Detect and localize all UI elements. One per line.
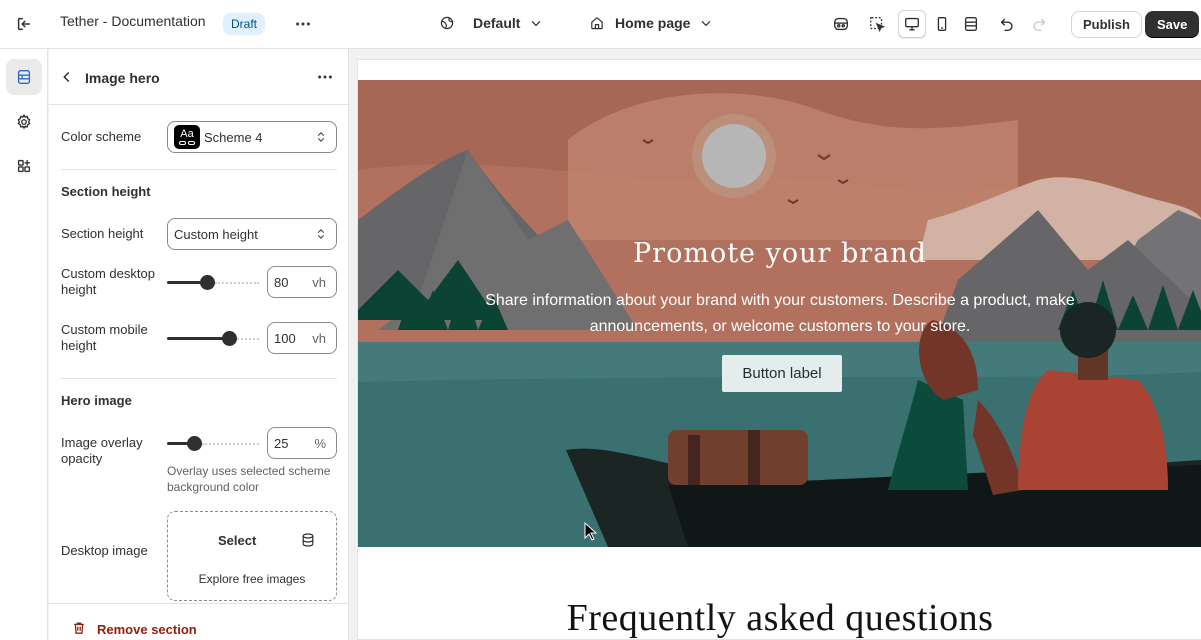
- desktop-height-label: Custom desktop height: [61, 266, 155, 297]
- desktop-image-picker[interactable]: Select Explore free images: [167, 511, 337, 601]
- remove-section-button[interactable]: Remove section: [49, 603, 348, 640]
- section-settings-panel: Image hero Color scheme Aa Scheme 4 Sect…: [49, 49, 349, 640]
- color-scheme-select[interactable]: Aa Scheme 4: [167, 121, 337, 153]
- desktop-image-label: Desktop image: [61, 543, 148, 558]
- mouse-cursor-icon: [584, 522, 598, 541]
- store-preview: Promote your brand Share information abo…: [357, 59, 1201, 640]
- select-element-icon[interactable]: [863, 10, 891, 38]
- swatch-text: Aa: [180, 128, 194, 140]
- mobile-height-input[interactable]: 100 vh: [267, 322, 337, 354]
- top-bar: Tether - Documentation Draft Default Hom…: [0, 0, 1201, 49]
- slider-thumb[interactable]: [222, 331, 237, 346]
- hero-image-heading: Hero image: [61, 393, 132, 408]
- select-chevron-icon: [317, 229, 325, 239]
- mobile-height-unit: vh: [312, 330, 326, 346]
- color-scheme-label: Color scheme: [61, 129, 142, 144]
- chevron-down-icon: [702, 20, 711, 27]
- mobile-height-label: Custom mobile height: [61, 322, 148, 353]
- overlay-opacity-slider[interactable]: [167, 433, 259, 453]
- divider: [61, 378, 337, 379]
- mobile-view-icon[interactable]: [928, 10, 956, 38]
- apps-icon[interactable]: [6, 148, 42, 184]
- section-height-value: Custom height: [174, 226, 258, 242]
- section-height-select[interactable]: Custom height: [167, 218, 337, 250]
- database-icon[interactable]: [300, 532, 316, 548]
- section-height-heading: Section height: [61, 184, 151, 199]
- divider: [49, 104, 348, 105]
- overlay-opacity-value: 25: [274, 435, 289, 451]
- overlay-opacity-input[interactable]: 25 %: [267, 427, 337, 459]
- undo-icon[interactable]: [993, 10, 1021, 38]
- select-image-button[interactable]: Select: [218, 533, 256, 548]
- sections-icon[interactable]: [6, 59, 42, 95]
- desktop-view-icon[interactable]: [898, 10, 926, 38]
- globe-icon: [440, 16, 454, 30]
- page-dropdown-label: Home page: [615, 15, 691, 31]
- section-height-label: Section height: [61, 226, 144, 241]
- overlay-opacity-unit: %: [314, 435, 326, 451]
- hero-description: Share information about your brand with …: [485, 292, 1075, 335]
- overlay-help-text: Overlay uses selected scheme background …: [167, 464, 331, 494]
- chevron-down-icon: [532, 20, 541, 27]
- save-button[interactable]: Save: [1145, 11, 1200, 38]
- preview-area: Promote your brand Share information abo…: [350, 49, 1201, 640]
- more-options-icon[interactable]: [289, 10, 317, 38]
- slider-thumb[interactable]: [187, 436, 202, 451]
- panel-title: Image hero: [85, 70, 160, 86]
- publish-button[interactable]: Publish: [1071, 11, 1142, 38]
- mobile-height-value: 100: [274, 330, 296, 346]
- desktop-height-input[interactable]: 80 vh: [267, 266, 337, 298]
- status-badge: Draft: [223, 13, 266, 35]
- back-chevron-icon[interactable]: [53, 63, 81, 91]
- desktop-height-unit: vh: [312, 274, 326, 290]
- desktop-height-slider[interactable]: [167, 272, 259, 292]
- left-rail: [0, 49, 48, 640]
- hero-cta-button[interactable]: Button label: [722, 355, 842, 392]
- theme-dropdown-label: Default: [473, 15, 521, 31]
- page-dropdown[interactable]: Home page: [589, 15, 714, 31]
- overlay-opacity-label: Image overlay opacity: [61, 435, 143, 466]
- remove-section-label: Remove section: [97, 622, 197, 637]
- color-scheme-swatch: Aa: [174, 125, 200, 149]
- slider-thumb[interactable]: [200, 275, 215, 290]
- divider: [61, 169, 337, 170]
- home-icon: [591, 17, 603, 30]
- theme-dropdown[interactable]: Default: [439, 15, 544, 31]
- app-title: Tether - Documentation: [60, 13, 206, 29]
- desktop-height-value: 80: [274, 274, 289, 290]
- faq-heading: Frequently asked questions: [566, 597, 994, 639]
- inspector-icon[interactable]: [827, 10, 855, 38]
- panel-more-icon[interactable]: [311, 63, 339, 91]
- exit-icon[interactable]: [10, 10, 38, 38]
- settings-gear-icon[interactable]: [6, 104, 42, 140]
- select-chevron-icon: [317, 132, 325, 142]
- redo-icon[interactable]: [1025, 10, 1053, 38]
- mobile-height-slider[interactable]: [167, 328, 259, 348]
- fullscreen-view-icon[interactable]: [957, 10, 985, 38]
- image-hero-section[interactable]: Promote your brand Share information abo…: [358, 80, 1201, 547]
- hero-title: Promote your brand: [633, 238, 927, 269]
- trash-icon: [74, 622, 84, 634]
- explore-free-images-link[interactable]: Explore free images: [168, 572, 336, 586]
- color-scheme-value: Scheme 4: [204, 129, 263, 145]
